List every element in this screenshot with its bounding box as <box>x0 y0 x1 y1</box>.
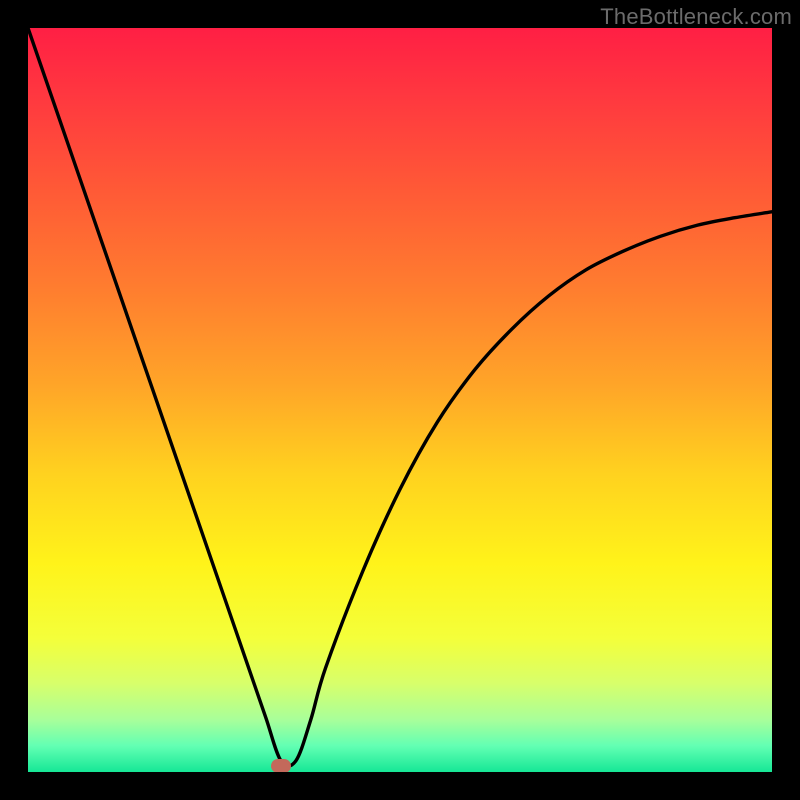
watermark-text: TheBottleneck.com <box>600 4 792 30</box>
chart-frame: TheBottleneck.com <box>0 0 800 800</box>
plot-area <box>28 28 772 772</box>
bottleneck-curve <box>28 28 772 772</box>
minimum-marker <box>271 759 291 772</box>
